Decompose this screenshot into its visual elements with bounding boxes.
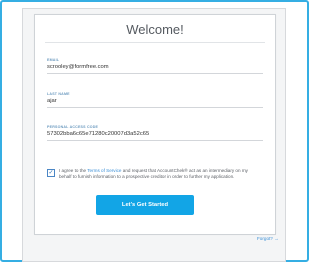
consent-text: I agree to the Terms of Service and requ… [59, 168, 261, 180]
last-name-input[interactable]: ajar [47, 98, 263, 108]
email-field[interactable]: EMAIL scrooley@formfree.com [47, 58, 263, 74]
email-label: EMAIL [47, 58, 60, 62]
consent-text-before: I agree to the [59, 168, 88, 173]
page-title: Welcome! [126, 22, 184, 37]
access-code-input[interactable]: 57302bba6c65e71280c20007d3a52c65 [47, 131, 263, 141]
access-code-label: PERSONAL ACCESS CODE [47, 125, 99, 129]
last-name-field[interactable]: LAST NAME ajar [47, 92, 263, 108]
access-code-field[interactable]: PERSONAL ACCESS CODE 57302bba6c65e71280c… [47, 125, 263, 141]
consent-row: ✓ I agree to the Terms of Service and re… [47, 168, 263, 192]
consent-checkbox[interactable]: ✓ [47, 169, 55, 177]
last-name-label: LAST NAME [47, 92, 70, 96]
title-divider [45, 42, 265, 43]
terms-of-service-link[interactable]: Terms of Service [87, 168, 121, 173]
get-started-button[interactable]: Let's Get Started [96, 195, 194, 215]
forgot-link[interactable]: Forgot? → [257, 236, 279, 241]
welcome-card: Welcome! EMAIL scrooley@formfree.com LAS… [34, 14, 276, 235]
email-input[interactable]: scrooley@formfree.com [47, 64, 263, 74]
